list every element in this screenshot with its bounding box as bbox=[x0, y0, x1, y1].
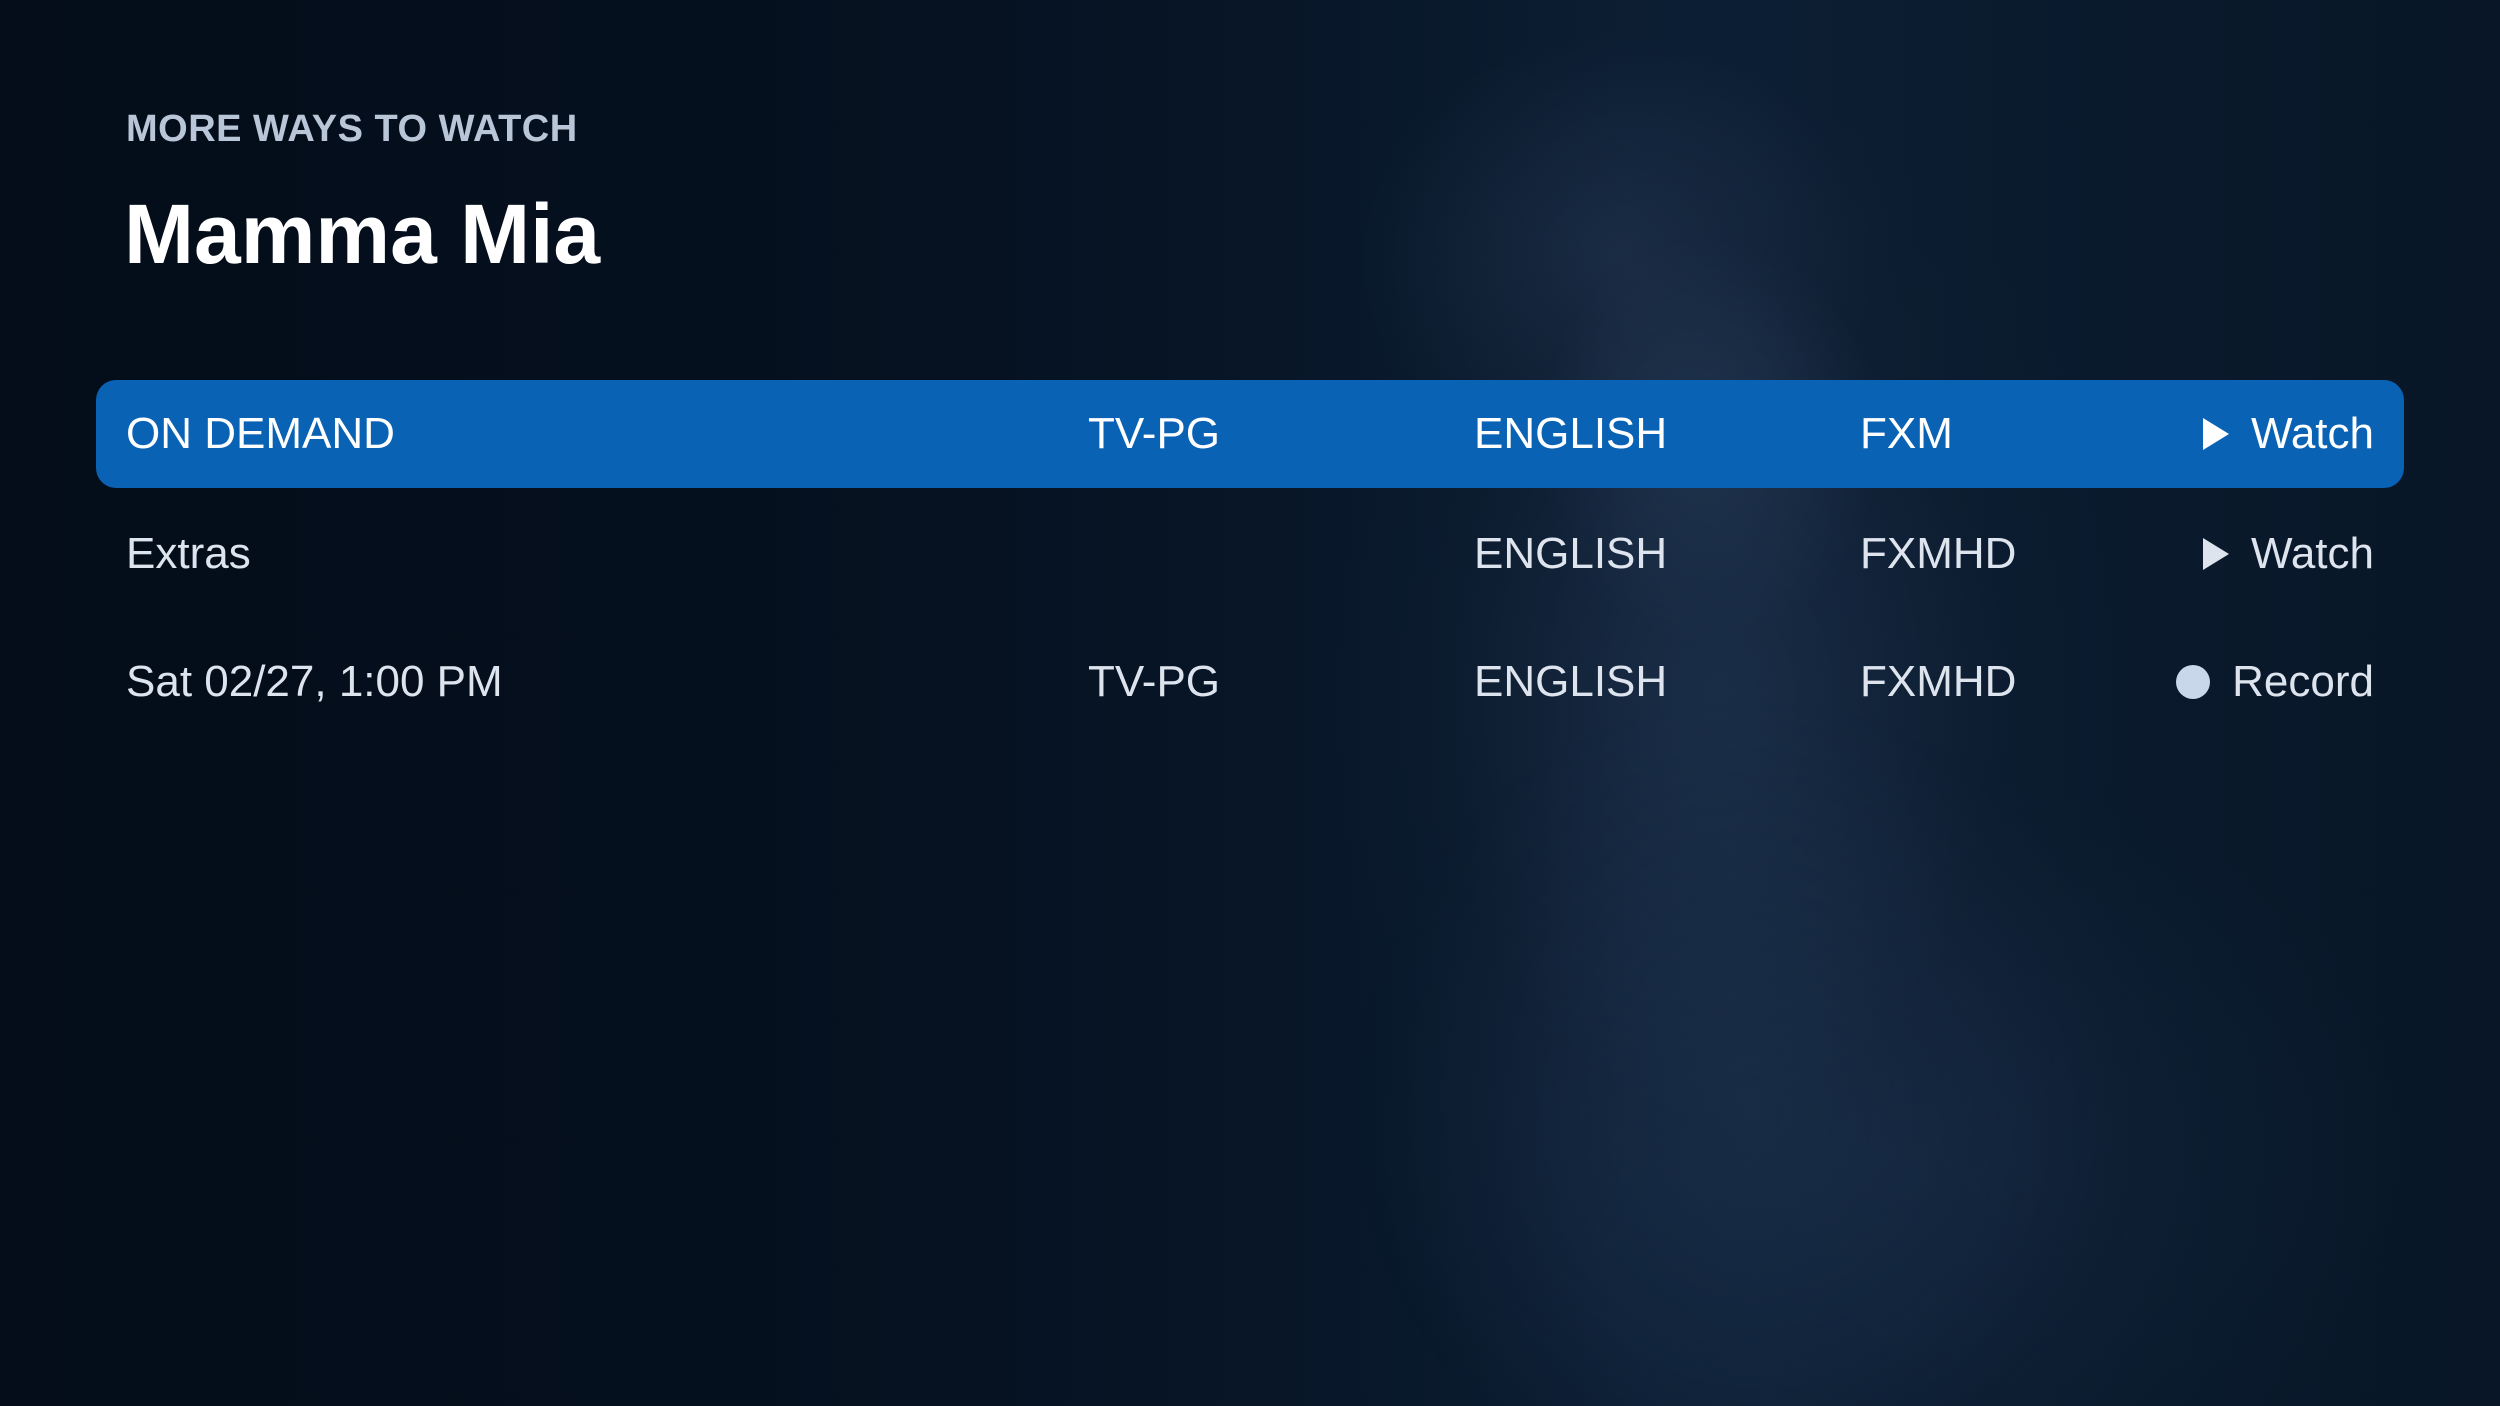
action-label: Record bbox=[2232, 657, 2374, 706]
option-rating: TV-PG bbox=[1088, 409, 1221, 458]
watch-button[interactable]: Watch bbox=[2202, 380, 2374, 488]
option-channel: FXM bbox=[1860, 409, 1953, 458]
option-row-on-demand[interactable]: ON DEMAND TV-PG ENGLISH FXM Watch bbox=[96, 380, 2404, 488]
option-type: ON DEMAND bbox=[126, 409, 395, 458]
watch-button[interactable]: Watch bbox=[2202, 500, 2374, 608]
more-ways-to-watch-screen: MORE WAYS TO WATCH Mamma Mia ON DEMAND T… bbox=[0, 0, 2500, 1406]
option-channel: FXMHD bbox=[1860, 657, 2017, 706]
page-title: Mamma Mia bbox=[124, 187, 601, 281]
record-icon bbox=[2176, 665, 2211, 699]
option-channel: FXMHD bbox=[1860, 529, 2017, 578]
option-language: ENGLISH bbox=[1474, 409, 1668, 458]
record-button[interactable]: Record bbox=[2176, 628, 2374, 736]
play-icon bbox=[2202, 538, 2229, 570]
option-language: ENGLISH bbox=[1474, 529, 1668, 578]
option-type: Extras bbox=[126, 529, 251, 578]
section-eyebrow: MORE WAYS TO WATCH bbox=[126, 108, 578, 150]
option-row-extras[interactable]: Extras ENGLISH FXMHD Watch bbox=[96, 500, 2404, 608]
option-language: ENGLISH bbox=[1474, 657, 1668, 706]
option-type: Sat 02/27, 1:00 PM bbox=[126, 657, 503, 706]
option-row-scheduled-airing[interactable]: Sat 02/27, 1:00 PM TV-PG ENGLISH FXMHD R… bbox=[96, 628, 2404, 736]
action-label: Watch bbox=[2250, 409, 2374, 458]
play-icon bbox=[2202, 418, 2229, 450]
option-rating: TV-PG bbox=[1088, 657, 1221, 706]
action-label: Watch bbox=[2250, 529, 2374, 578]
